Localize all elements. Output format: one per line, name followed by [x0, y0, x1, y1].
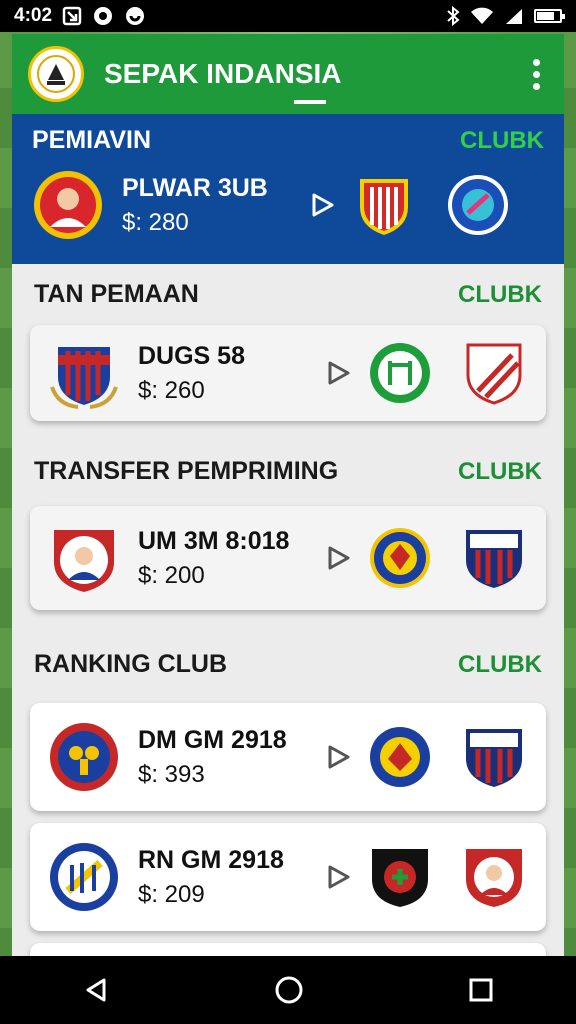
app-window: SEPAK INDANSIA PEMIAVIN CLUBK PLWAR 3UB …: [12, 34, 564, 956]
home-icon[interactable]: [274, 975, 304, 1005]
club-link[interactable]: CLUBK: [458, 651, 542, 679]
status-bar: 4:02: [0, 0, 576, 32]
player-info: UM 3M 8:018 $: 200: [138, 527, 318, 590]
club-info: RN GM 2918 $: 209: [138, 846, 318, 909]
club-badge-icon: [50, 843, 118, 911]
section-title: RANKING CLUB: [34, 650, 228, 678]
club-badge-icon: [370, 727, 430, 787]
play-icon[interactable]: [308, 191, 336, 219]
club-link[interactable]: CLUBK: [458, 458, 542, 486]
club-name: RN GM 2918: [138, 845, 284, 874]
app-logo[interactable]: [28, 46, 84, 102]
play-icon[interactable]: [324, 359, 352, 387]
player-price: $: 280: [122, 208, 189, 236]
club-badge-icon: [370, 343, 430, 403]
recents-icon[interactable]: [468, 977, 494, 1003]
club-crest-icon: [466, 530, 522, 588]
player-avatar-icon: [34, 171, 102, 239]
section-title: TRANSFER PEMPRIMING: [34, 457, 339, 485]
section-header: TRANSFER PEMPRIMING CLUBK: [30, 457, 546, 486]
club-crest-icon: [360, 179, 408, 235]
club-crest-icon: [372, 849, 428, 907]
play-icon[interactable]: [324, 863, 352, 891]
status-time: 4:02: [14, 5, 53, 26]
player-name: PLWAR 3UB: [122, 173, 268, 202]
club-crest-icon: [466, 343, 522, 405]
club-link[interactable]: CLUBK: [460, 127, 544, 155]
club-badge-icon: [50, 723, 118, 791]
battery-icon: [534, 9, 565, 23]
section-transfer: TRANSFER PEMPRIMING CLUBK UM 3M 8:018 $:…: [12, 457, 564, 610]
club-badge-icon: [448, 175, 508, 235]
play-icon[interactable]: [324, 743, 352, 771]
club-card-partial[interactable]: [30, 943, 546, 956]
section-title: PEMIAVIN: [32, 126, 151, 154]
app-title: SEPAK INDANSIA: [104, 58, 342, 104]
club-link[interactable]: CLUBK: [458, 281, 542, 309]
player-price: $: 200: [138, 561, 205, 589]
app-bar: SEPAK INDANSIA: [12, 34, 564, 114]
back-icon[interactable]: [82, 976, 110, 1004]
club-price: $: 393: [138, 760, 205, 788]
section-ranking-club: RANKING CLUB CLUBK DM GM 2918 $: 393 RN …: [12, 650, 564, 956]
wifi-icon: [470, 7, 494, 25]
club-card[interactable]: DM GM 2918 $: 393: [30, 703, 546, 811]
section-header: TAN PEMAAN CLUBK: [30, 280, 546, 309]
club-card[interactable]: RN GM 2918 $: 209: [30, 823, 546, 931]
club-badge-icon: [370, 528, 430, 588]
section-header: RANKING CLUB CLUBK: [30, 650, 546, 679]
player-row[interactable]: PLWAR 3UB $: 280: [32, 169, 544, 241]
player-card[interactable]: UM 3M 8:018 $: 200: [30, 506, 546, 610]
section-header: PEMIAVIN CLUBK: [32, 126, 544, 155]
player-card[interactable]: DUGS 58 $: 260: [30, 325, 546, 421]
navigation-bar: [0, 956, 576, 1024]
club-crest-icon: [50, 347, 118, 409]
player-avatar-icon: [54, 530, 114, 592]
play-icon[interactable]: [324, 544, 352, 572]
signal-icon: [504, 7, 524, 25]
player-info: DUGS 58 $: 260: [138, 342, 318, 405]
player-info: PLWAR 3UB $: 280: [122, 174, 302, 237]
player-name: DUGS 58: [138, 341, 245, 370]
player-name: UM 3M 8:018: [138, 526, 290, 555]
notification-icon: [62, 6, 82, 26]
section-title: TAN PEMAAN: [34, 280, 199, 308]
app-notification-icon: [92, 5, 114, 27]
club-info: DM GM 2918 $: 393: [138, 726, 318, 789]
featured-section: PEMIAVIN CLUBK PLWAR 3UB $: 280: [12, 114, 564, 264]
more-vertical-icon: [532, 58, 540, 66]
club-crest-icon: [466, 729, 522, 787]
player-price: $: 260: [138, 376, 205, 404]
player-avatar-icon: [466, 849, 522, 907]
club-name: DM GM 2918: [138, 725, 287, 754]
app-notification-icon-2: [124, 5, 146, 27]
club-price: $: 209: [138, 880, 205, 908]
section-tan-pemaan: TAN PEMAAN CLUBK DUGS 58 $: 260: [12, 280, 564, 421]
overflow-menu-button[interactable]: [524, 58, 548, 90]
bluetooth-icon: [446, 6, 460, 26]
